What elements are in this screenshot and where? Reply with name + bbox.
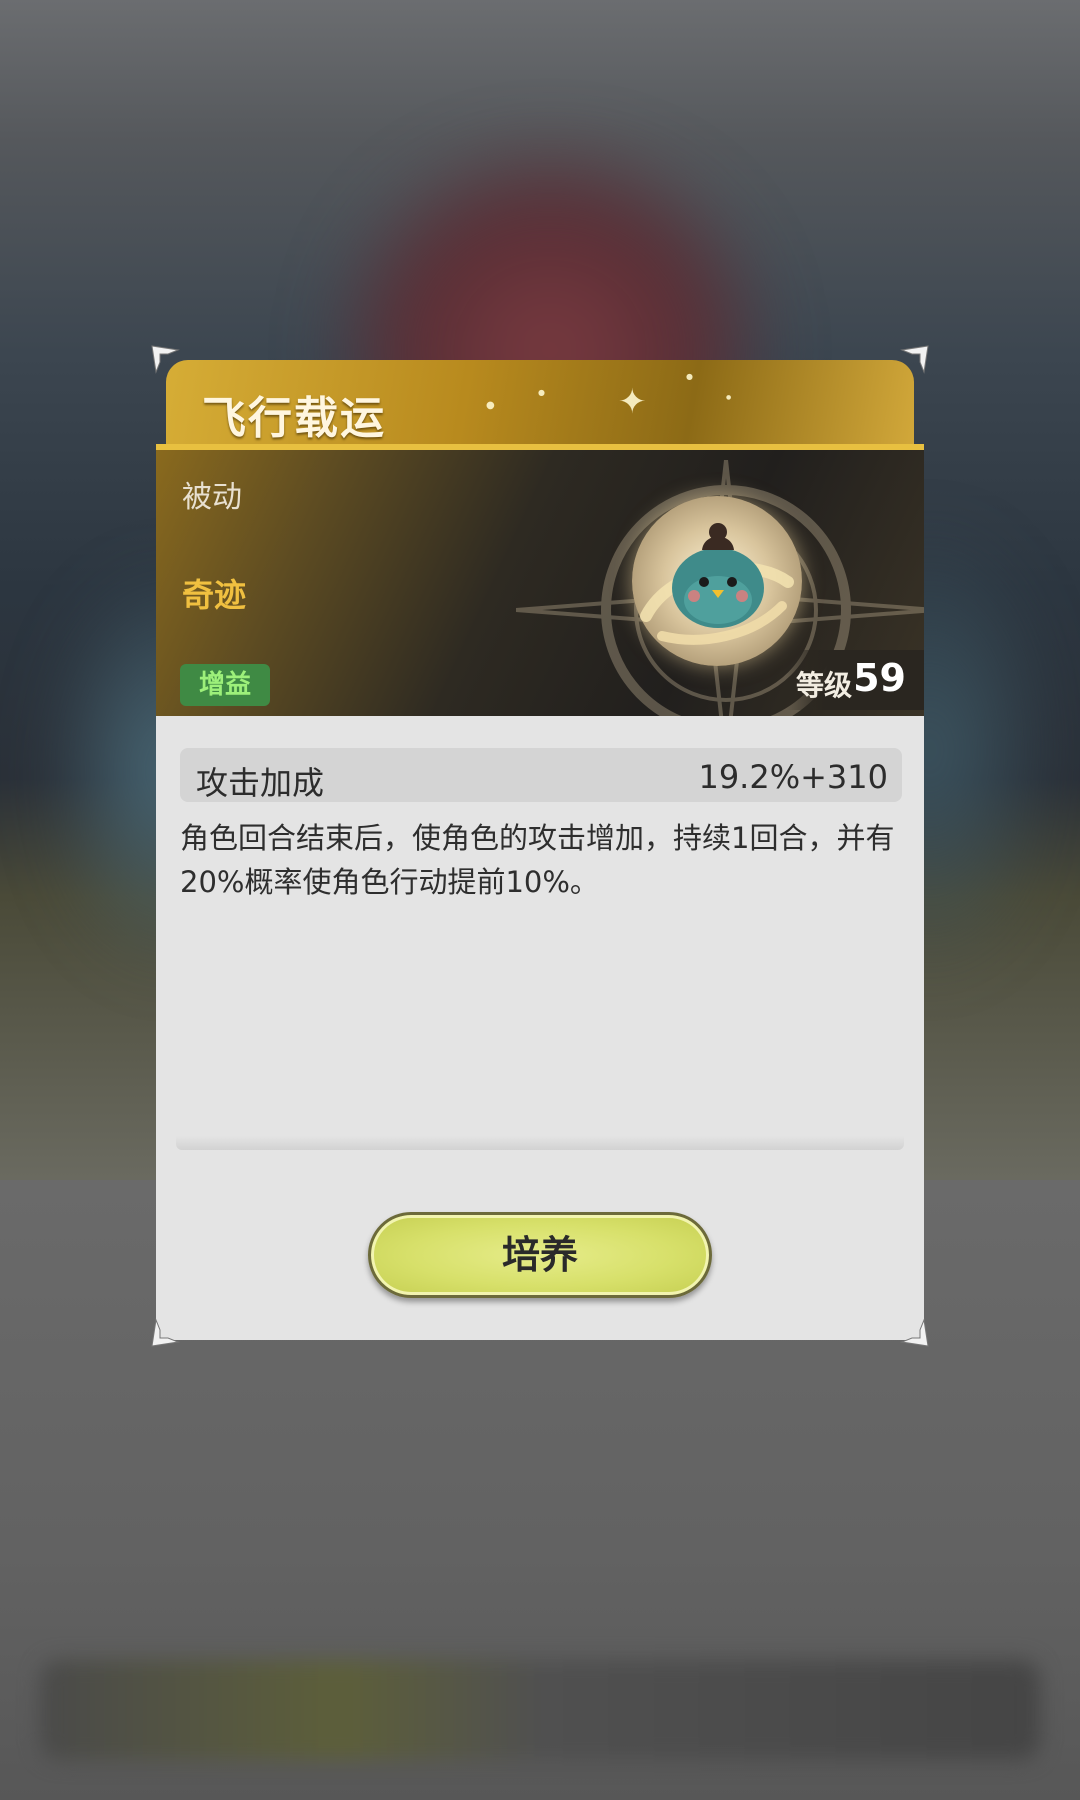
skill-body: 攻击加成 19.2%+310 角色回合结束后，使角色的攻击增加，持续1回合，并有…: [156, 716, 924, 1340]
skill-description: 角色回合结束后，使角色的攻击增加，持续1回合，并有20%概率使角色行动提前10%…: [180, 821, 895, 899]
corner-ornament-icon: [150, 344, 180, 374]
background-bottom-bar: [40, 1660, 1040, 1760]
stat-row: 攻击加成 19.2%+310: [180, 748, 902, 802]
corner-ornament-icon: [900, 344, 930, 374]
title-bar: ✦ ● ● ● ● 飞行载运: [166, 360, 914, 452]
level-label: 等级: [795, 669, 852, 702]
stat-name: 攻击加成: [196, 764, 325, 802]
buff-badge: 增益: [180, 664, 270, 706]
green-bird-icon: [640, 523, 794, 645]
level-value: 59: [853, 656, 906, 700]
skill-title: 飞行载运: [202, 393, 386, 444]
skill-path-label: 奇迹: [182, 576, 247, 614]
sparkle-icon: ●: [726, 394, 732, 401]
skill-detail-dialog: ✦ ● ● ● ● 飞行载运 被动 奇迹 增益 等级 59 攻击加成 19.2%…: [151, 345, 929, 1347]
skill-header: 被动 奇迹 增益 等级 59: [156, 450, 924, 716]
skill-type-label: 被动: [182, 480, 242, 515]
corner-ornament-icon: [150, 1318, 180, 1348]
sparkle-icon: ✦: [618, 382, 647, 422]
sparkle-icon: ●: [686, 372, 693, 381]
sparkle-icon: ●: [538, 388, 545, 397]
skill-icon: [632, 496, 802, 666]
sparkle-icon: ●: [486, 400, 495, 411]
stat-value: 19.2%+310: [698, 758, 888, 796]
corner-ornament-icon: [900, 1318, 930, 1348]
content-divider: [176, 1136, 904, 1150]
train-button[interactable]: 培养: [368, 1212, 712, 1298]
